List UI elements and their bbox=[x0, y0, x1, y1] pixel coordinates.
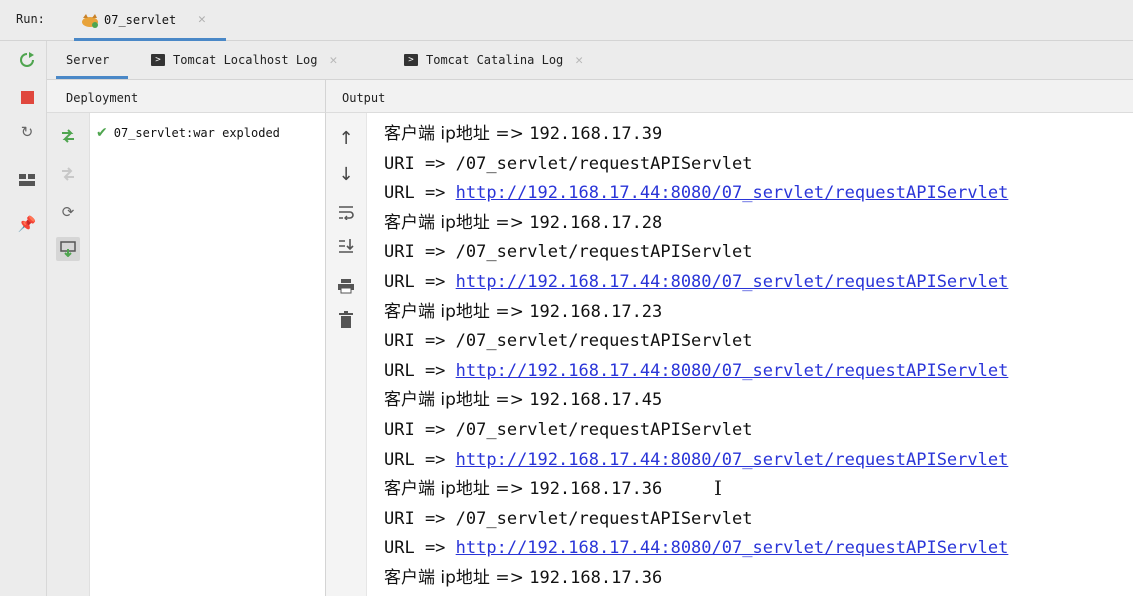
console-line-value: /07_servlet/requestAPIServlet bbox=[455, 508, 753, 529]
scroll-down-icon[interactable]: ↓ bbox=[335, 163, 357, 185]
deployment-item-label: 07_servlet:war exploded bbox=[113, 126, 280, 140]
stop-icon[interactable] bbox=[16, 86, 38, 108]
console-line: URL => http://192.168.17.44:8080/07_serv… bbox=[384, 179, 1129, 209]
deployment-header: Deployment bbox=[47, 80, 326, 113]
console-url-link[interactable]: http://192.168.17.44:8080/07_servlet/req… bbox=[456, 361, 1009, 381]
deploy-icon[interactable] bbox=[57, 125, 79, 147]
console-line: URI => /07_servlet/requestAPIServlet bbox=[384, 150, 1129, 180]
output-header: Output bbox=[326, 80, 1133, 113]
run-tab-07-servlet[interactable]: 07_servlet ✕ bbox=[74, 6, 226, 41]
console-line: 客户端 ip地址 => 192.168.17.28 bbox=[384, 209, 1129, 239]
console-url-link[interactable]: http://192.168.17.44:8080/07_servlet/req… bbox=[456, 450, 1009, 470]
console-line-value: 192.168.17.45 bbox=[529, 390, 663, 411]
console-line-value: 192.168.17.39 bbox=[529, 124, 663, 144]
console-line-prefix: 客户端 ip地址 => bbox=[384, 301, 530, 322]
console-line: URI => /07_servlet/requestAPIServlet bbox=[384, 505, 1129, 535]
console-line-prefix: URL => bbox=[384, 449, 456, 470]
console-line-prefix: 客户端 ip地址 => bbox=[384, 124, 530, 144]
console-line: 客户端 ip地址 => 192.168.17.23 bbox=[384, 298, 1129, 328]
console-line: 客户端 ip地址 => 192.168.17.36 bbox=[384, 564, 1129, 594]
server-tabs-bar: Server > Tomcat Localhost Log ✕ > Tomcat… bbox=[47, 41, 1133, 80]
console-line-value: 192.168.17.28 bbox=[529, 212, 663, 233]
tab-tomcat-catalina-log-label: Tomcat Catalina Log bbox=[426, 53, 564, 67]
console-line-value: 192.168.17.36 bbox=[529, 479, 663, 500]
console-line-value: 192.168.17.23 bbox=[529, 301, 663, 322]
console-line-prefix: URI => bbox=[384, 153, 456, 174]
output-toolbar: ↑ ↓ bbox=[326, 113, 367, 596]
tab-server[interactable]: Server bbox=[66, 41, 109, 79]
tab-server-label: Server bbox=[66, 53, 110, 67]
console-url-link[interactable]: http://192.168.17.44:8080/07_servlet/req… bbox=[456, 538, 1009, 558]
terminal-icon: > bbox=[151, 54, 165, 66]
clear-icon[interactable] bbox=[335, 309, 357, 331]
tomcat-icon bbox=[82, 14, 98, 28]
update-icon[interactable]: ⟳ bbox=[57, 201, 79, 223]
run-label: Run: bbox=[16, 12, 45, 26]
console-line: URL => http://192.168.17.44:8080/07_serv… bbox=[384, 268, 1129, 298]
console-line: URI => /07_servlet/requestAPIServlet bbox=[384, 238, 1129, 268]
console-url-link[interactable]: http://192.168.17.44:8080/07_servlet/req… bbox=[456, 272, 1009, 292]
console-line-prefix: URI => bbox=[384, 242, 456, 263]
console-line-value: /07_servlet/requestAPIServlet bbox=[455, 242, 753, 263]
console-line: 客户端 ip地址 => 192.168.17.39 bbox=[384, 120, 1129, 150]
console-line-prefix: 客户端 ip地址 => bbox=[384, 479, 530, 500]
console-line-prefix: URL => bbox=[384, 538, 456, 559]
output-header-label: Output bbox=[342, 91, 386, 105]
console-line: URL => http://192.168.17.44:8080/07_serv… bbox=[384, 534, 1129, 564]
console-line-prefix: 客户端 ip地址 => bbox=[384, 567, 530, 588]
console-line-value: /07_servlet/requestAPIServlet bbox=[455, 331, 753, 352]
text-cursor: I bbox=[714, 476, 722, 500]
undeploy-icon[interactable] bbox=[57, 163, 79, 185]
console-line: URI => /07_servlet/requestAPIServlet bbox=[384, 416, 1129, 446]
console-line: URL => http://192.168.17.44:8080/07_serv… bbox=[384, 357, 1129, 387]
layout-icon[interactable] bbox=[16, 169, 38, 191]
tab-tomcat-catalina-log[interactable]: > Tomcat Catalina Log ✕ bbox=[404, 41, 583, 79]
soft-wrap-icon[interactable] bbox=[335, 201, 357, 223]
deployment-header-label: Deployment bbox=[66, 91, 139, 105]
console-line-value: 192.168.17.36 bbox=[529, 567, 663, 588]
scroll-to-end-icon[interactable] bbox=[335, 235, 357, 257]
console-line-prefix: URI => bbox=[384, 508, 456, 529]
console-line-prefix: URI => bbox=[384, 331, 456, 352]
scroll-up-icon[interactable]: ↑ bbox=[335, 127, 357, 149]
active-tab-indicator bbox=[56, 76, 128, 79]
console-line-prefix: URL => bbox=[384, 183, 456, 204]
terminal-icon: > bbox=[404, 54, 418, 66]
close-icon[interactable]: ✕ bbox=[330, 53, 338, 68]
console-line-prefix: URI => bbox=[384, 419, 456, 440]
check-icon: ✔ bbox=[96, 125, 108, 141]
console-line-value: /07_servlet/requestAPIServlet bbox=[455, 419, 753, 440]
console-line-prefix: URL => bbox=[384, 360, 456, 381]
console-line-prefix: URL => bbox=[384, 271, 456, 292]
console-line-prefix: 客户端 ip地址 => bbox=[384, 212, 530, 233]
deployment-item[interactable]: ✔ 07_servlet:war exploded bbox=[96, 125, 280, 141]
refresh-icon[interactable]: ↻ bbox=[16, 121, 38, 143]
console-line-value: /07_servlet/requestAPIServlet bbox=[455, 153, 753, 174]
console-url-link[interactable]: http://192.168.17.44:8080/07_servlet/req… bbox=[456, 183, 1009, 203]
console-line: 客户端 ip地址 => 192.168.17.45 bbox=[384, 386, 1129, 416]
rerun-icon[interactable] bbox=[16, 49, 38, 71]
close-icon[interactable]: ✕ bbox=[575, 53, 583, 68]
deployment-toolbar: ⟳ bbox=[47, 113, 90, 596]
run-toolwindow-header: Run: 07_servlet ✕ bbox=[0, 0, 1133, 41]
run-tab-label: 07_servlet bbox=[104, 13, 177, 27]
print-icon[interactable] bbox=[335, 275, 357, 297]
deployment-list: ✔ 07_servlet:war exploded bbox=[90, 113, 326, 596]
console-line: URI => /07_servlet/requestAPIServlet bbox=[384, 327, 1129, 357]
console-line: 客户端 ip地址 => 192.168.17.36 bbox=[384, 475, 1129, 505]
redeploy-icon[interactable] bbox=[56, 237, 80, 261]
close-icon[interactable]: ✕ bbox=[198, 12, 206, 27]
pin-icon[interactable]: 📌 bbox=[16, 213, 38, 235]
run-left-toolbar: ↻ 📌 bbox=[0, 41, 47, 596]
console-line: URL => http://192.168.17.44:8080/07_serv… bbox=[384, 446, 1129, 476]
console-line-prefix: 客户端 ip地址 => bbox=[384, 390, 530, 411]
console-output[interactable]: 客户端 ip地址 => 192.168.17.39 URI => /07_serv… bbox=[384, 120, 1129, 594]
tab-tomcat-localhost-log-label: Tomcat Localhost Log bbox=[173, 53, 318, 67]
tab-tomcat-localhost-log[interactable]: > Tomcat Localhost Log ✕ bbox=[151, 41, 337, 79]
